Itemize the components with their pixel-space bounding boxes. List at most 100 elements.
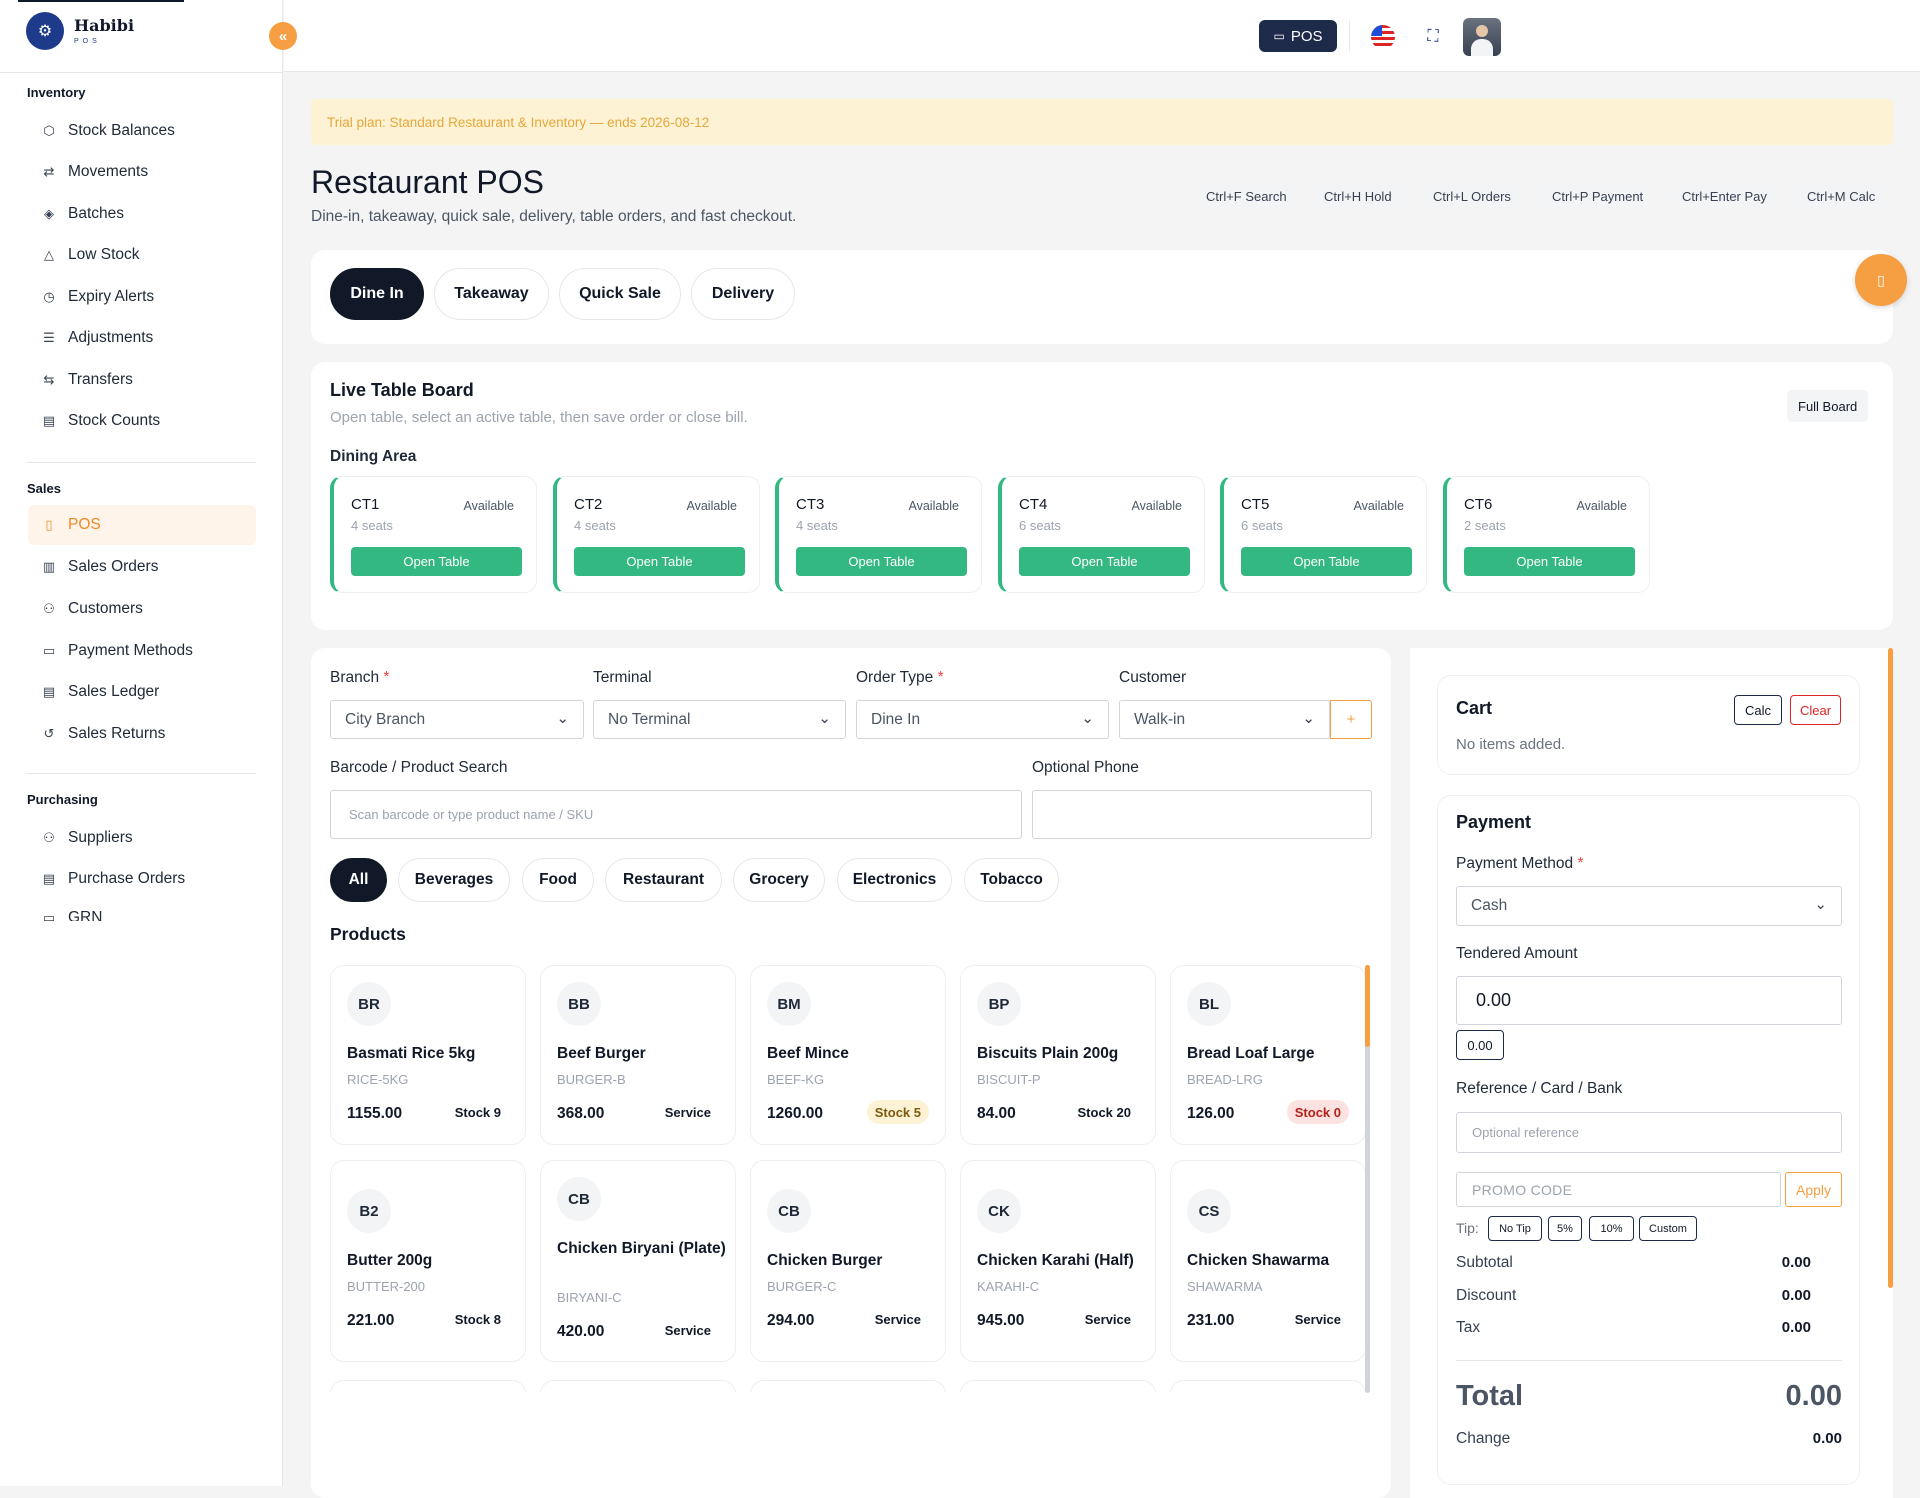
sidebar-item-customers[interactable]: ⚇ Customers xyxy=(28,589,256,629)
table-card-ct6[interactable]: CT6 2 seats Available Open Table xyxy=(1443,476,1650,593)
cube-icon: ⬡ xyxy=(43,123,55,138)
full-board-button[interactable]: Full Board xyxy=(1787,390,1869,422)
promo-code-input[interactable]: PROMO CODE xyxy=(1456,1172,1781,1207)
phone-input[interactable] xyxy=(1032,790,1372,839)
calc-button[interactable]: Calc xyxy=(1734,695,1782,725)
collapse-sidebar-button[interactable]: « xyxy=(269,22,297,50)
sidebar-item-payment-methods[interactable]: ▭ Payment Methods xyxy=(28,631,256,671)
customer-select[interactable]: Walk-in ⌄ xyxy=(1119,700,1330,739)
product-card[interactable]: BR Basmati Rice 5kg RICE-5KG 1155.00 Stock 9 xyxy=(330,965,526,1145)
category-beverages[interactable]: Beverages xyxy=(398,858,510,902)
order-type-select[interactable]: Dine In ⌄ xyxy=(856,700,1109,739)
open-table-button[interactable]: Open Table xyxy=(796,547,967,576)
tip-custom-button[interactable]: Custom xyxy=(1639,1216,1697,1241)
sidebar-item-purchase-orders[interactable]: ▤ Purchase Orders xyxy=(28,859,256,899)
product-card[interactable]: CS Chicken Shawarma SHAWARMA 231.00 Service xyxy=(1170,1160,1366,1362)
product-card[interactable]: BM Beef Mince BEEF-KG 1260.00 Stock 5 xyxy=(750,965,946,1145)
sidebar-item-sales-orders[interactable]: ▥ Sales Orders xyxy=(28,547,256,587)
tab-takeaway[interactable]: Takeaway xyxy=(434,268,549,320)
sidebar-item-expiry-alerts[interactable]: ◷ Expiry Alerts xyxy=(28,277,256,317)
product-card[interactable]: B2 Butter 200g BUTTER-200 221.00 Stock 8 xyxy=(330,1160,526,1362)
sidebar-item-batches[interactable]: ◈ Batches xyxy=(28,194,256,234)
table-card-ct1[interactable]: CT1 4 seats Available Open Table xyxy=(330,476,537,593)
product-price: 1260.00 xyxy=(767,1105,824,1122)
product-card[interactable]: CK Chicken Karahi (Half) KARAHI-C 945.00 Ser… xyxy=(960,1160,1156,1362)
table-card-ct4[interactable]: CT4 6 seats Available Open Table xyxy=(998,476,1205,593)
sidebar-item-sales-returns[interactable]: ↺ Sales Returns xyxy=(28,714,256,754)
product-search-input[interactable]: Scan barcode or type product name / SKU xyxy=(330,790,1022,839)
open-table-button[interactable]: Open Table xyxy=(351,547,522,576)
payment-method-select[interactable]: Cash ⌄ xyxy=(1456,886,1842,926)
category-food[interactable]: Food xyxy=(522,858,594,902)
branch-select[interactable]: City Branch ⌄ xyxy=(330,700,584,739)
product-name: Butter 200g xyxy=(347,1252,433,1269)
sidebar-item-stock-counts[interactable]: ▤ Stock Counts xyxy=(28,401,256,441)
table-card-ct2[interactable]: CT2 4 seats Available Open Table xyxy=(553,476,760,593)
reference-label: Reference / Card / Bank xyxy=(1456,1080,1623,1097)
sidebar-item-pos[interactable]: ▯ POS xyxy=(28,505,256,545)
tip-10-button[interactable]: 10% xyxy=(1589,1216,1634,1241)
sidebar-item-label: Sales Ledger xyxy=(68,683,160,700)
table-seats: 4 seats xyxy=(351,518,393,533)
tendered-amount-input[interactable]: 0.00 xyxy=(1456,976,1842,1025)
sidebar-item-grn[interactable]: ▭ GRN xyxy=(28,907,256,921)
sidebar-item-movements[interactable]: ⇄ Movements xyxy=(28,152,256,192)
tip-none-button[interactable]: No Tip xyxy=(1488,1216,1542,1241)
fullscreen-icon[interactable]: ⛶ xyxy=(1420,24,1446,50)
sidebar-item-stock-balances[interactable]: ⬡ Stock Balances xyxy=(28,111,256,151)
products-scrollbar-thumb[interactable] xyxy=(1365,965,1370,1047)
sidebar-item-adjustments[interactable]: ☰ Adjustments xyxy=(28,318,256,358)
pos-button-label: POS xyxy=(1290,27,1323,45)
product-card[interactable]: CB Chicken Burger BURGER-C 294.00 Service xyxy=(750,1160,946,1362)
brand-logo[interactable]: ⚙ Habibi POS xyxy=(26,12,134,50)
add-customer-button[interactable]: + xyxy=(1330,700,1372,739)
open-table-button[interactable]: Open Table xyxy=(1241,547,1412,576)
product-card[interactable]: CB Chicken Biryani (Plate) BIRYANI-C 420.00… xyxy=(540,1160,736,1362)
sidebar-item-sales-ledger[interactable]: ▤ Sales Ledger xyxy=(28,672,256,712)
category-restaurant[interactable]: Restaurant xyxy=(605,858,722,902)
apply-promo-button[interactable]: Apply xyxy=(1785,1172,1842,1207)
doc-icon: ▭ xyxy=(42,910,56,921)
category-all[interactable]: All xyxy=(330,858,387,902)
tab-delivery[interactable]: Delivery xyxy=(691,268,795,320)
tab-dine-in[interactable]: Dine In xyxy=(330,268,424,320)
product-price: 420.00 xyxy=(557,1323,605,1340)
avatar[interactable] xyxy=(1463,18,1501,56)
sidebar-item-transfers[interactable]: ⇆ Transfers xyxy=(28,360,256,400)
open-table-button[interactable]: Open Table xyxy=(1464,547,1635,576)
us-flag-icon[interactable] xyxy=(1371,25,1395,49)
product-card[interactable]: BB Beef Burger BURGER-B 368.00 Service xyxy=(540,965,736,1145)
checkout-scrollbar-thumb[interactable] xyxy=(1888,648,1893,1288)
product-card[interactable]: BP Biscuits Plain 200g BISCUIT-P 84.00 Stock… xyxy=(960,965,1156,1145)
table-status: Available xyxy=(1131,499,1182,513)
product-sku: BREAD-LRG xyxy=(1187,1072,1263,1087)
table-seats: 4 seats xyxy=(574,518,616,533)
category-electronics[interactable]: Electronics xyxy=(837,858,952,902)
reference-input[interactable]: Optional reference xyxy=(1456,1112,1842,1153)
product-avatar: CB xyxy=(767,1189,811,1233)
shortcut-orders: Ctrl+L Orders xyxy=(1423,184,1521,208)
stock-badge: Service xyxy=(874,1311,921,1327)
category-grocery[interactable]: Grocery xyxy=(733,858,825,902)
change-label: Change xyxy=(1456,1430,1511,1447)
table-card-ct5[interactable]: CT5 6 seats Available Open Table xyxy=(1220,476,1427,593)
tax-row: Tax 0.00 xyxy=(1456,1319,1811,1337)
sidebar-item-label: Stock Balances xyxy=(68,122,175,139)
product-card[interactable]: BL Bread Loaf Large BREAD-LRG 126.00 Stock 0 xyxy=(1170,965,1366,1145)
open-table-button[interactable]: Open Table xyxy=(574,547,745,576)
habibi-logo-icon: ⚙ xyxy=(26,12,64,50)
tip-5-button[interactable]: 5% xyxy=(1548,1216,1582,1241)
terminal-select[interactable]: No Terminal ⌄ xyxy=(593,700,846,739)
table-card-ct3[interactable]: CT3 4 seats Available Open Table xyxy=(775,476,982,593)
stock-badge: Stock 20 xyxy=(1077,1104,1131,1120)
sidebar-item-suppliers[interactable]: ⚇ Suppliers xyxy=(28,818,256,858)
floating-cart-button[interactable]: ▯ xyxy=(1855,254,1907,306)
pos-button[interactable]: ▭ POS xyxy=(1259,20,1337,52)
sidebar-item-low-stock[interactable]: △ Low Stock xyxy=(28,235,256,275)
open-table-button[interactable]: Open Table xyxy=(1019,547,1190,576)
sidebar-item-label: Customers xyxy=(68,600,143,617)
tab-quick-sale[interactable]: Quick Sale xyxy=(559,268,681,320)
category-tobacco[interactable]: Tobacco xyxy=(964,858,1059,902)
clear-cart-button[interactable]: Clear xyxy=(1790,695,1841,725)
quick-amount-button[interactable]: 0.00 xyxy=(1456,1030,1504,1060)
